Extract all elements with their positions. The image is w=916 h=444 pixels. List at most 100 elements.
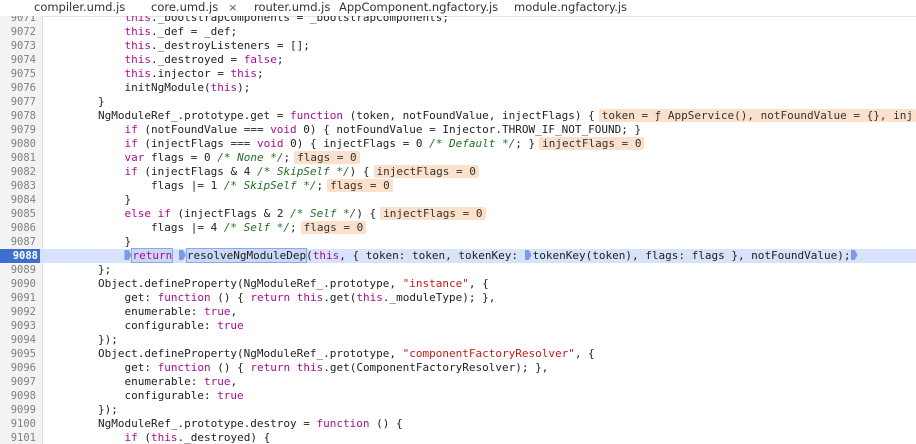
code-line: 9079 if (notFoundValue === void 0) { not… xyxy=(0,123,916,137)
code-text: }; xyxy=(45,263,112,276)
line-number[interactable]: 9100 xyxy=(0,417,36,431)
code-text: flags |= 4 /* Self */; flags = 0 xyxy=(45,221,367,235)
step-marker-icon[interactable] xyxy=(178,250,186,260)
code-line: 9081 var flags = 0 /* None */; flags = 0 xyxy=(0,151,916,165)
tab-label: module.ngfactory.js xyxy=(514,0,628,14)
line-number[interactable]: 9086 xyxy=(0,221,36,235)
code-text: } xyxy=(45,95,105,108)
inline-variable-value: injectFlags = 0 xyxy=(380,207,486,220)
code-line: 9084 } xyxy=(0,193,916,207)
tab-label: compiler.umd.js xyxy=(34,0,126,14)
step-marker-icon[interactable] xyxy=(124,250,132,260)
line-number[interactable]: 9092 xyxy=(0,305,36,319)
code-text: Object.defineProperty(NgModuleRef_.proto… xyxy=(45,277,489,290)
code-line: 9095 Object.defineProperty(NgModuleRef_.… xyxy=(0,347,916,361)
code-text: NgModuleRef_.prototype.destroy = functio… xyxy=(45,417,403,430)
code-line: 9101 if (this._destroyed) { xyxy=(0,431,916,444)
code-text: this.injector = this; xyxy=(124,67,264,80)
line-number[interactable]: 9081 xyxy=(0,151,36,165)
line-number[interactable]: 9080 xyxy=(0,137,36,151)
inline-variable-value: injectFlags = 0 xyxy=(373,165,479,178)
line-number[interactable]: 9088 xyxy=(0,249,40,263)
code-line: 9074 this._destroyed = false; xyxy=(0,53,916,67)
line-number[interactable]: 9079 xyxy=(0,123,36,137)
code-text: } xyxy=(45,235,132,248)
code-line: 9099 }); xyxy=(0,403,916,417)
tab-compiler-umd[interactable]: compiler.umd.js xyxy=(34,0,132,15)
line-number[interactable]: 9072 xyxy=(0,25,36,39)
code-line: 9093 configurable: true xyxy=(0,319,916,333)
tab-appcomponent-ngfactory[interactable]: AppComponent.ngfactory.js xyxy=(339,0,505,15)
close-tab-icon[interactable]: × xyxy=(228,1,237,14)
code-text: } xyxy=(45,193,132,206)
code-text: NgModuleRef_.prototype.get = function (t… xyxy=(45,109,916,123)
tab-core-umd[interactable]: core.umd.js × xyxy=(151,0,244,15)
line-number[interactable]: 9073 xyxy=(0,39,36,53)
line-number[interactable]: 9082 xyxy=(0,165,36,179)
code-line: 9078 NgModuleRef_.prototype.get = functi… xyxy=(0,109,916,123)
line-number[interactable]: 9085 xyxy=(0,207,36,221)
code-text: if (notFoundValue === void 0) { notFound… xyxy=(124,123,642,136)
step-marker-icon[interactable] xyxy=(524,250,532,260)
code-text: configurable: true xyxy=(45,319,244,332)
tab-label: router.umd.js xyxy=(254,0,331,14)
code-line: 9086 flags |= 4 /* Self */; flags = 0 xyxy=(0,221,916,235)
code-text: get: function () { return this.get(this.… xyxy=(45,291,496,304)
code-line: 9082 if (injectFlags & 4 /* SkipSelf */)… xyxy=(0,165,916,179)
line-number[interactable]: 9083 xyxy=(0,179,36,193)
line-number[interactable]: 9096 xyxy=(0,361,36,375)
code-line: 9072 this._def = _def; xyxy=(0,25,916,39)
tab-label: AppComponent.ngfactory.js xyxy=(339,0,499,14)
code-text: return resolveNgModuleDep(this, { token:… xyxy=(45,248,859,263)
code-text: flags |= 1 /* SkipSelf */; flags = 0 xyxy=(45,179,393,193)
code-text: var flags = 0 /* None */; flags = 0 xyxy=(45,151,360,165)
code-text: this._bootstrapComponents = _bootstrapCo… xyxy=(124,16,449,24)
line-number[interactable]: 9089 xyxy=(0,263,36,277)
code-text: else if (injectFlags & 2 /* Self */) {in… xyxy=(45,207,486,221)
code-line: 9071 this._bootstrapComponents = _bootst… xyxy=(0,16,916,25)
source-code-editor[interactable]: 9071 this._bootstrapComponents = _bootst… xyxy=(0,16,916,444)
line-number[interactable]: 9094 xyxy=(0,333,36,347)
tab-router-umd[interactable]: router.umd.js xyxy=(254,0,337,15)
line-number[interactable]: 9074 xyxy=(0,53,36,67)
code-text: this._destroyed = false; xyxy=(124,53,284,66)
code-text: enumerable: true, xyxy=(45,305,238,318)
line-number[interactable]: 9084 xyxy=(0,193,36,207)
code-line: 9096 get: function () { return this.get(… xyxy=(0,361,916,375)
code-line: 9098 configurable: true xyxy=(0,389,916,403)
line-number[interactable]: 9101 xyxy=(0,431,36,444)
line-number[interactable]: 9091 xyxy=(0,291,36,305)
code-line: 9076 initNgModule(this); xyxy=(0,81,916,95)
code-text: if (injectFlags === void 0) { injectFlag… xyxy=(45,137,645,151)
code-text: configurable: true xyxy=(45,389,244,402)
code-text: if (injectFlags & 4 /* SkipSelf */) {inj… xyxy=(45,165,479,179)
code-line: 9075 this.injector = this; xyxy=(0,67,916,81)
line-number[interactable]: 9095 xyxy=(0,347,36,361)
code-line: 9094 }); xyxy=(0,333,916,347)
line-number[interactable]: 9071 xyxy=(0,16,36,25)
line-number[interactable]: 9075 xyxy=(0,67,36,81)
inline-variable-value: flags = 0 xyxy=(327,179,393,192)
line-number[interactable]: 9090 xyxy=(0,277,36,291)
line-number[interactable]: 9098 xyxy=(0,389,36,403)
code-line: 9100 NgModuleRef_.prototype.destroy = fu… xyxy=(0,417,916,431)
code-text: get: function () { return this.get(Compo… xyxy=(45,361,549,374)
code-text: this._destroyListeners = []; xyxy=(124,39,310,52)
code-line: 9090 Object.defineProperty(NgModuleRef_.… xyxy=(0,277,916,291)
line-number[interactable]: 9078 xyxy=(0,109,36,123)
editor-tab-bar: compiler.umd.js core.umd.js × router.umd.… xyxy=(0,0,916,17)
inline-variable-value: flags = 0 xyxy=(300,221,367,234)
code-line: 9091 get: function () { return this.get(… xyxy=(0,291,916,305)
line-number[interactable]: 9097 xyxy=(0,375,36,389)
tab-module-ngfactory[interactable]: module.ngfactory.js xyxy=(514,0,634,15)
code-line: 9097 enumerable: true, xyxy=(0,375,916,389)
line-number[interactable]: 9093 xyxy=(0,319,36,333)
line-number[interactable]: 9087 xyxy=(0,235,36,249)
step-marker-icon[interactable] xyxy=(850,250,858,260)
line-number[interactable]: 9076 xyxy=(0,81,36,95)
line-number[interactable]: 9077 xyxy=(0,95,36,109)
code-text: }); xyxy=(45,403,118,416)
inline-variable-value: flags = 0 xyxy=(294,151,360,164)
line-number[interactable]: 9099 xyxy=(0,403,36,417)
code-text: this._def = _def; xyxy=(124,25,238,38)
